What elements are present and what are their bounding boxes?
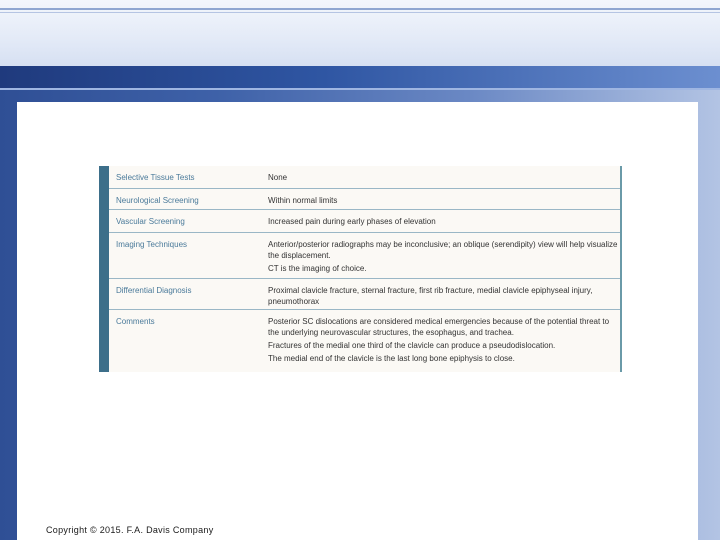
value-line: None [268,173,288,182]
decorative-bar [0,66,720,90]
table-row: Selective Tissue Tests None [109,166,620,189]
row-value: Increased pain during early phases of el… [268,216,618,227]
value-line: Proximal clavicle fracture, sternal frac… [268,286,593,306]
value-line: The medial end of the clavicle is the la… [268,354,515,363]
row-label: Imaging Techniques [116,240,188,249]
row-label: Selective Tissue Tests [116,173,195,182]
row-value: Posterior SC dislocations are considered… [268,316,618,364]
value-line: Within normal limits [268,196,338,205]
header-stripe [0,8,720,10]
value-line: Posterior SC dislocations are considered… [268,317,610,337]
value-line: Anterior/posterior radiographs may be in… [268,240,618,260]
table-left-rule [99,166,109,372]
slide-content-area: Selective Tissue Tests None Neurological… [17,102,698,540]
copyright-text: Copyright © 2015. F.A. Davis Company [46,525,214,535]
row-value: Proximal clavicle fracture, sternal frac… [268,285,618,307]
table-row: Neurological Screening Within normal lim… [109,189,620,210]
table-row: Differential Diagnosis Proximal clavicle… [109,279,620,310]
row-value: Anterior/posterior radiographs may be in… [268,239,618,274]
clinical-table: Selective Tissue Tests None Neurological… [99,166,622,372]
value-line: Fractures of the medial one third of the… [268,341,556,350]
table-row: Vascular Screening Increased pain during… [109,210,620,233]
header-stripe-thin [0,12,720,13]
value-line: Increased pain during early phases of el… [268,217,436,226]
row-label: Neurological Screening [116,196,199,205]
row-label: Vascular Screening [116,217,185,226]
row-value: Within normal limits [268,195,618,206]
decorative-line [0,88,720,90]
value-line: CT is the imaging of choice. [268,264,367,273]
table-row: Comments Posterior SC dislocations are c… [109,310,620,372]
row-label: Comments [116,317,155,326]
row-label: Differential Diagnosis [116,286,192,295]
table-row: Imaging Techniques Anterior/posterior ra… [109,233,620,279]
row-value: None [268,172,618,183]
header-band [0,0,720,66]
